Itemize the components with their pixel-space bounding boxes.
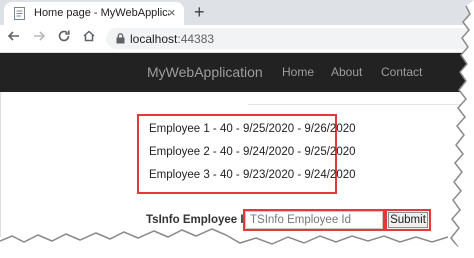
url-text: localhost:44383	[130, 32, 214, 46]
site-navbar: MyWebApplication Home About Contact	[0, 53, 474, 92]
employee-id-label: TsInfo Employee Id	[146, 214, 251, 226]
tab-title: Home page - MyWebApplication	[34, 7, 169, 19]
url-port: :44383	[177, 32, 215, 46]
list-item: Employee 2 - 40 - 9/24/2020 - 9/25/2020	[149, 146, 356, 158]
page-icon	[14, 7, 25, 20]
screenshot: Home page - MyWebApplication × + localho…	[0, 0, 474, 258]
employee-id-input[interactable]	[243, 209, 385, 231]
reload-icon[interactable]	[55, 29, 73, 47]
lock-icon	[116, 33, 125, 44]
browser-tab[interactable]: Home page - MyWebApplication ×	[4, 2, 184, 25]
brand-link[interactable]: MyWebApplication	[147, 64, 263, 80]
nav-link-about[interactable]: About	[331, 65, 362, 79]
nav-link-home[interactable]: Home	[282, 65, 314, 79]
forward-arrow-icon[interactable]	[30, 29, 48, 47]
employee-list-highlight: Employee 1 - 40 - 9/25/2020 - 9/26/2020 …	[137, 114, 356, 194]
browser-tab-strip: Home page - MyWebApplication × +	[0, 0, 474, 25]
address-bar[interactable]: localhost:44383	[106, 28, 474, 49]
divider	[248, 104, 474, 105]
submit-button[interactable]: Submit	[385, 209, 431, 231]
back-arrow-icon[interactable]	[5, 29, 23, 47]
list-item: Employee 3 - 40 - 9/23/2020 - 9/24/2020	[149, 169, 356, 181]
nav-link-contact[interactable]: Contact	[381, 65, 422, 79]
home-icon[interactable]	[80, 29, 98, 47]
url-host: localhost	[130, 32, 178, 46]
new-tab-icon[interactable]: +	[194, 1, 205, 23]
browser-toolbar: localhost:44383	[0, 25, 474, 53]
list-item: Employee 1 - 40 - 9/25/2020 - 9/26/2020	[149, 123, 356, 135]
close-icon[interactable]: ×	[168, 4, 176, 22]
